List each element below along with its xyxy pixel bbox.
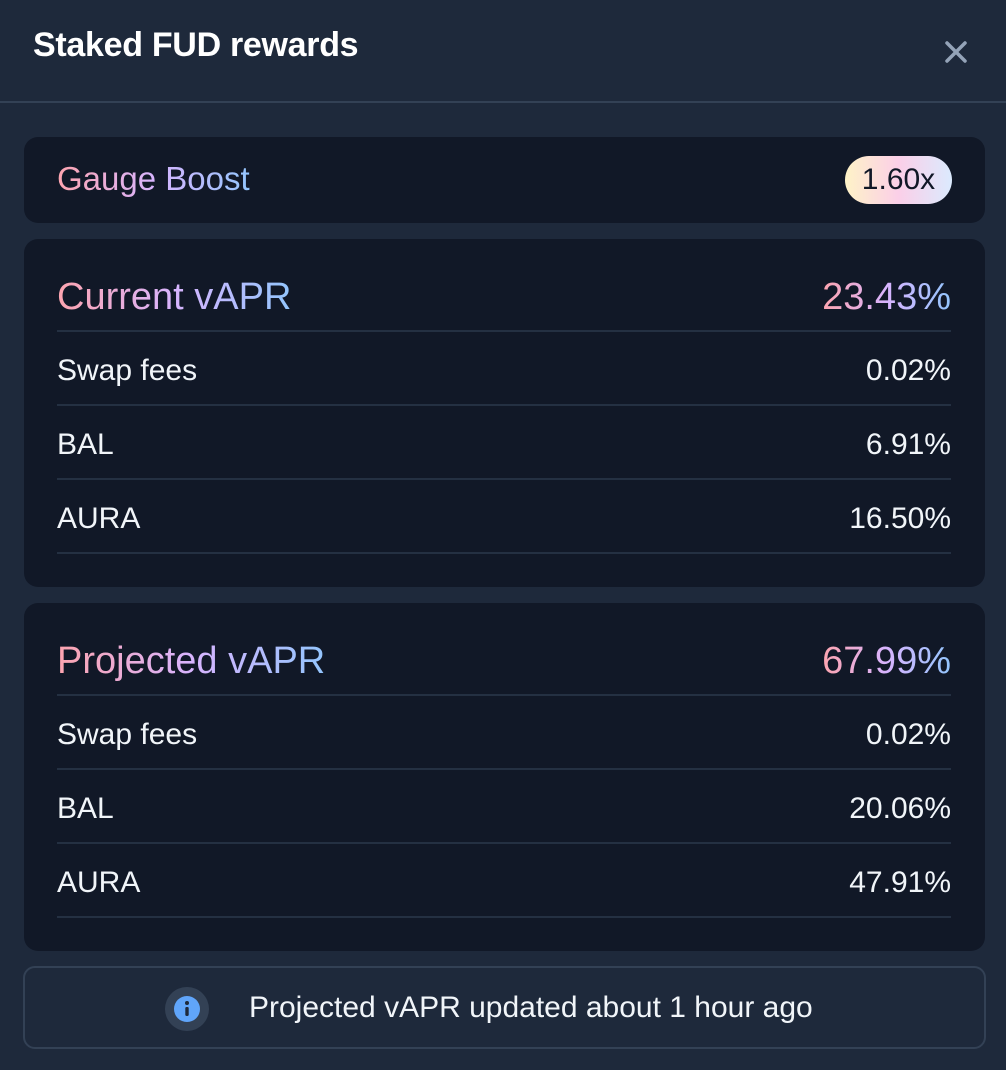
row-value: 6.91%: [865, 428, 951, 461]
row-label: Swap fees: [57, 718, 198, 751]
modal-header: Staked FUD rewards: [0, 0, 1006, 103]
projected-row-swap-fees: Swap fees 0.02%: [57, 696, 951, 770]
projected-vapr-total: 67.99%: [822, 640, 951, 682]
current-vapr-title: Current vAPR: [57, 276, 292, 318]
row-label: AURA: [57, 866, 141, 899]
gauge-boost-card: Gauge Boost 1.60x: [24, 137, 985, 223]
row-value: 0.02%: [865, 718, 951, 751]
projected-row-bal: BAL 20.06%: [57, 770, 951, 844]
current-vapr-total: 23.43%: [822, 276, 951, 318]
gauge-boost-label: Gauge Boost: [57, 160, 250, 197]
projected-vapr-header: Projected vAPR 67.99%: [57, 636, 951, 696]
info-banner: Projected vAPR updated about 1 hour ago: [23, 966, 986, 1049]
row-value: 16.50%: [849, 502, 951, 535]
row-label: BAL: [57, 428, 114, 461]
modal-title: Staked FUD rewards: [33, 26, 359, 64]
projected-vapr-card: Projected vAPR 67.99% Swap fees 0.02% BA…: [24, 603, 985, 951]
staked-rewards-modal: Staked FUD rewards Gauge Boost 1.60x Cur…: [0, 0, 1006, 1070]
current-vapr-header: Current vAPR 23.43%: [57, 272, 951, 332]
current-row-swap-fees: Swap fees 0.02%: [57, 332, 951, 406]
projected-vapr-title: Projected vAPR: [57, 640, 326, 682]
row-label: AURA: [57, 502, 141, 535]
close-button[interactable]: [936, 32, 976, 72]
gauge-boost-badge: 1.60x: [845, 156, 952, 204]
current-row-bal: BAL 6.91%: [57, 406, 951, 480]
close-icon: [945, 41, 967, 63]
row-label: BAL: [57, 792, 114, 825]
row-value: 0.02%: [865, 354, 951, 387]
projected-row-aura: AURA 47.91%: [57, 844, 951, 918]
current-vapr-card: Current vAPR 23.43% Swap fees 0.02% BAL …: [24, 239, 985, 587]
info-icon-container: [165, 987, 209, 1031]
current-row-aura: AURA 16.50%: [57, 480, 951, 554]
info-message: Projected vAPR updated about 1 hour ago: [249, 991, 813, 1024]
row-value: 47.91%: [849, 866, 951, 899]
row-value: 20.06%: [849, 792, 951, 825]
row-label: Swap fees: [57, 354, 198, 387]
info-icon: [174, 996, 200, 1022]
